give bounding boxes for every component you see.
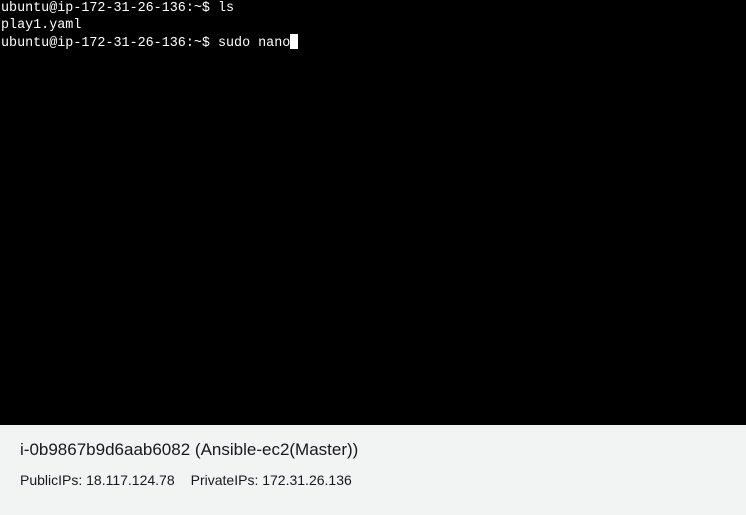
private-ips-value: 172.31.26.136 bbox=[262, 472, 352, 488]
public-ips: PublicIPs: 18.117.124.78 bbox=[20, 472, 175, 488]
instance-name: (Ansible-ec2(Master)) bbox=[194, 440, 359, 459]
instance-id: i-0b9867b9d6aab6082 bbox=[20, 440, 191, 459]
private-ips-label: PrivateIPs: bbox=[190, 472, 259, 488]
instance-title: i-0b9867b9d6aab6082 (Ansible-ec2(Master)… bbox=[20, 440, 358, 460]
public-ips-value: 18.117.124.78 bbox=[86, 472, 175, 488]
instance-ip-row: PublicIPs: 18.117.124.78 PrivateIPs: 172.… bbox=[20, 472, 352, 488]
terminal-line-2: play1.yaml bbox=[1, 18, 82, 33]
instance-info-panel: i-0b9867b9d6aab6082 (Ansible-ec2(Master)… bbox=[0, 425, 746, 515]
private-ips: PrivateIPs: 172.31.26.136 bbox=[191, 472, 352, 488]
terminal-window[interactable]: ubuntu@ip-172-31-26-136:~$ ls play1.yaml… bbox=[0, 0, 746, 425]
terminal-line-1: ubuntu@ip-172-31-26-136:~$ ls bbox=[1, 1, 235, 16]
terminal-line-3: ubuntu@ip-172-31-26-136:~$ sudo nano bbox=[1, 36, 291, 51]
public-ips-label: PublicIPs: bbox=[20, 472, 83, 488]
terminal-cursor bbox=[290, 34, 299, 49]
terminal-prompt-line[interactable]: ubuntu@ip-172-31-26-136:~$ sudo nano bbox=[1, 34, 299, 51]
